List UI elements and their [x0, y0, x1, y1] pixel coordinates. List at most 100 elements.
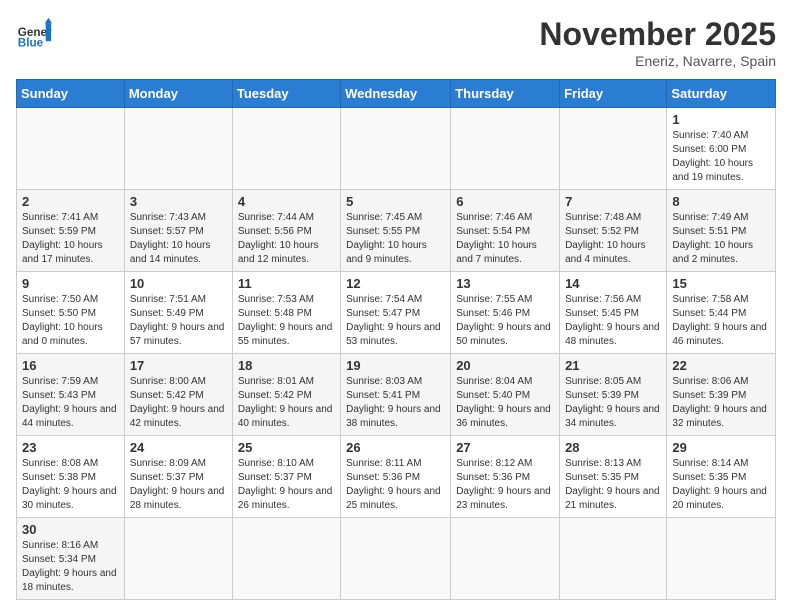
calendar-cell	[560, 108, 667, 190]
month-title: November 2025	[539, 16, 776, 53]
day-info: Sunrise: 7:41 AM Sunset: 5:59 PM Dayligh…	[22, 211, 119, 267]
day-number: 6	[456, 194, 554, 209]
calendar-body: 1 Sunrise: 7:40 AM Sunset: 6:00 PM Daylig…	[17, 108, 776, 600]
calendar-cell: 10 Sunrise: 7:51 AM Sunset: 5:49 PM Dayli…	[124, 272, 232, 354]
day-number: 13	[456, 276, 554, 291]
calendar-cell	[232, 518, 340, 600]
day-number: 22	[672, 358, 770, 373]
calendar-cell	[560, 518, 667, 600]
calendar-cell	[451, 108, 560, 190]
day-number: 12	[346, 276, 445, 291]
day-info: Sunrise: 7:49 AM Sunset: 5:51 PM Dayligh…	[672, 211, 770, 267]
day-number: 30	[22, 522, 119, 537]
weekday-header-friday: Friday	[560, 80, 667, 108]
day-info: Sunrise: 8:06 AM Sunset: 5:39 PM Dayligh…	[672, 375, 770, 431]
day-number: 8	[672, 194, 770, 209]
calendar-cell: 16 Sunrise: 7:59 AM Sunset: 5:43 PM Dayli…	[17, 354, 125, 436]
calendar-cell: 8 Sunrise: 7:49 AM Sunset: 5:51 PM Daylig…	[667, 190, 776, 272]
calendar-cell: 21 Sunrise: 8:05 AM Sunset: 5:39 PM Dayli…	[560, 354, 667, 436]
calendar-cell: 24Sunrise: 8:09 AM Sunset: 5:37 PM Dayli…	[124, 436, 232, 518]
logo-icon: General Blue	[16, 16, 52, 52]
day-info: Sunrise: 7:44 AM Sunset: 5:56 PM Dayligh…	[238, 211, 335, 267]
calendar-cell	[451, 518, 560, 600]
day-info: Sunrise: 8:16 AM Sunset: 5:34 PM Dayligh…	[22, 539, 119, 595]
day-number: 1	[672, 112, 770, 127]
logo: General Blue	[16, 16, 52, 52]
day-number: 4	[238, 194, 335, 209]
calendar-cell	[341, 108, 451, 190]
calendar-cell: 5Sunrise: 7:45 AM Sunset: 5:55 PM Daylig…	[341, 190, 451, 272]
calendar-cell: 14 Sunrise: 7:56 AM Sunset: 5:45 PM Dayli…	[560, 272, 667, 354]
day-number: 16	[22, 358, 119, 373]
day-info: Sunrise: 7:46 AM Sunset: 5:54 PM Dayligh…	[456, 211, 554, 267]
day-number: 18	[238, 358, 335, 373]
calendar-cell: 4 Sunrise: 7:44 AM Sunset: 5:56 PM Daylig…	[232, 190, 340, 272]
day-number: 27	[456, 440, 554, 455]
calendar-cell: 3 Sunrise: 7:43 AM Sunset: 5:57 PM Daylig…	[124, 190, 232, 272]
day-number: 5	[346, 194, 445, 209]
calendar-cell: 19Sunrise: 8:03 AM Sunset: 5:41 PM Dayli…	[341, 354, 451, 436]
calendar-cell	[667, 518, 776, 600]
day-info: Sunrise: 7:51 AM Sunset: 5:49 PM Dayligh…	[130, 293, 227, 349]
calendar-cell	[341, 518, 451, 600]
day-info: Sunrise: 8:11 AM Sunset: 5:36 PM Dayligh…	[346, 457, 445, 513]
calendar-cell: 20Sunrise: 8:04 AM Sunset: 5:40 PM Dayli…	[451, 354, 560, 436]
calendar-week-1: 1 Sunrise: 7:40 AM Sunset: 6:00 PM Daylig…	[17, 108, 776, 190]
calendar-cell: 9Sunrise: 7:50 AM Sunset: 5:50 PM Daylig…	[17, 272, 125, 354]
day-number: 23	[22, 440, 119, 455]
page-header: General Blue November 2025 Eneriz, Navar…	[16, 16, 776, 69]
calendar-cell: 15 Sunrise: 7:58 AM Sunset: 5:44 PM Dayli…	[667, 272, 776, 354]
calendar-week-3: 9Sunrise: 7:50 AM Sunset: 5:50 PM Daylig…	[17, 272, 776, 354]
day-number: 28	[565, 440, 661, 455]
calendar-cell	[124, 108, 232, 190]
weekday-header-monday: Monday	[124, 80, 232, 108]
day-number: 15	[672, 276, 770, 291]
calendar-week-5: 23Sunrise: 8:08 AM Sunset: 5:38 PM Dayli…	[17, 436, 776, 518]
calendar-week-2: 2Sunrise: 7:41 AM Sunset: 5:59 PM Daylig…	[17, 190, 776, 272]
location-title: Eneriz, Navarre, Spain	[539, 53, 776, 69]
day-number: 21	[565, 358, 661, 373]
day-info: Sunrise: 7:48 AM Sunset: 5:52 PM Dayligh…	[565, 211, 661, 267]
day-info: Sunrise: 8:09 AM Sunset: 5:37 PM Dayligh…	[130, 457, 227, 513]
weekday-header-saturday: Saturday	[667, 80, 776, 108]
day-info: Sunrise: 7:40 AM Sunset: 6:00 PM Dayligh…	[672, 129, 770, 185]
calendar-cell	[17, 108, 125, 190]
calendar-cell: 2Sunrise: 7:41 AM Sunset: 5:59 PM Daylig…	[17, 190, 125, 272]
day-number: 10	[130, 276, 227, 291]
day-info: Sunrise: 7:43 AM Sunset: 5:57 PM Dayligh…	[130, 211, 227, 267]
day-info: Sunrise: 8:05 AM Sunset: 5:39 PM Dayligh…	[565, 375, 661, 431]
calendar-cell: 25Sunrise: 8:10 AM Sunset: 5:37 PM Dayli…	[232, 436, 340, 518]
day-info: Sunrise: 8:10 AM Sunset: 5:37 PM Dayligh…	[238, 457, 335, 513]
day-info: Sunrise: 8:13 AM Sunset: 5:35 PM Dayligh…	[565, 457, 661, 513]
calendar-cell: 30 Sunrise: 8:16 AM Sunset: 5:34 PM Dayli…	[17, 518, 125, 600]
calendar-cell: 1 Sunrise: 7:40 AM Sunset: 6:00 PM Daylig…	[667, 108, 776, 190]
day-number: 7	[565, 194, 661, 209]
day-number: 9	[22, 276, 119, 291]
day-info: Sunrise: 7:53 AM Sunset: 5:48 PM Dayligh…	[238, 293, 335, 349]
calendar-cell	[232, 108, 340, 190]
weekday-header-thursday: Thursday	[451, 80, 560, 108]
day-number: 14	[565, 276, 661, 291]
calendar-cell: 26Sunrise: 8:11 AM Sunset: 5:36 PM Dayli…	[341, 436, 451, 518]
day-info: Sunrise: 7:58 AM Sunset: 5:44 PM Dayligh…	[672, 293, 770, 349]
day-number: 20	[456, 358, 554, 373]
calendar-cell: 28 Sunrise: 8:13 AM Sunset: 5:35 PM Dayli…	[560, 436, 667, 518]
day-info: Sunrise: 8:00 AM Sunset: 5:42 PM Dayligh…	[130, 375, 227, 431]
day-number: 3	[130, 194, 227, 209]
calendar-cell: 27Sunrise: 8:12 AM Sunset: 5:36 PM Dayli…	[451, 436, 560, 518]
calendar-cell: 29Sunrise: 8:14 AM Sunset: 5:35 PM Dayli…	[667, 436, 776, 518]
calendar-cell: 13Sunrise: 7:55 AM Sunset: 5:46 PM Dayli…	[451, 272, 560, 354]
calendar-cell: 23Sunrise: 8:08 AM Sunset: 5:38 PM Dayli…	[17, 436, 125, 518]
calendar-cell: 17Sunrise: 8:00 AM Sunset: 5:42 PM Dayli…	[124, 354, 232, 436]
day-info: Sunrise: 7:59 AM Sunset: 5:43 PM Dayligh…	[22, 375, 119, 431]
calendar-cell: 7 Sunrise: 7:48 AM Sunset: 5:52 PM Daylig…	[560, 190, 667, 272]
title-area: November 2025 Eneriz, Navarre, Spain	[539, 16, 776, 69]
day-info: Sunrise: 7:56 AM Sunset: 5:45 PM Dayligh…	[565, 293, 661, 349]
day-info: Sunrise: 8:01 AM Sunset: 5:42 PM Dayligh…	[238, 375, 335, 431]
day-info: Sunrise: 7:54 AM Sunset: 5:47 PM Dayligh…	[346, 293, 445, 349]
weekday-header-row: SundayMondayTuesdayWednesdayThursdayFrid…	[17, 80, 776, 108]
calendar-cell: 11Sunrise: 7:53 AM Sunset: 5:48 PM Dayli…	[232, 272, 340, 354]
calendar-table: SundayMondayTuesdayWednesdayThursdayFrid…	[16, 79, 776, 600]
day-info: Sunrise: 8:03 AM Sunset: 5:41 PM Dayligh…	[346, 375, 445, 431]
calendar-cell	[124, 518, 232, 600]
